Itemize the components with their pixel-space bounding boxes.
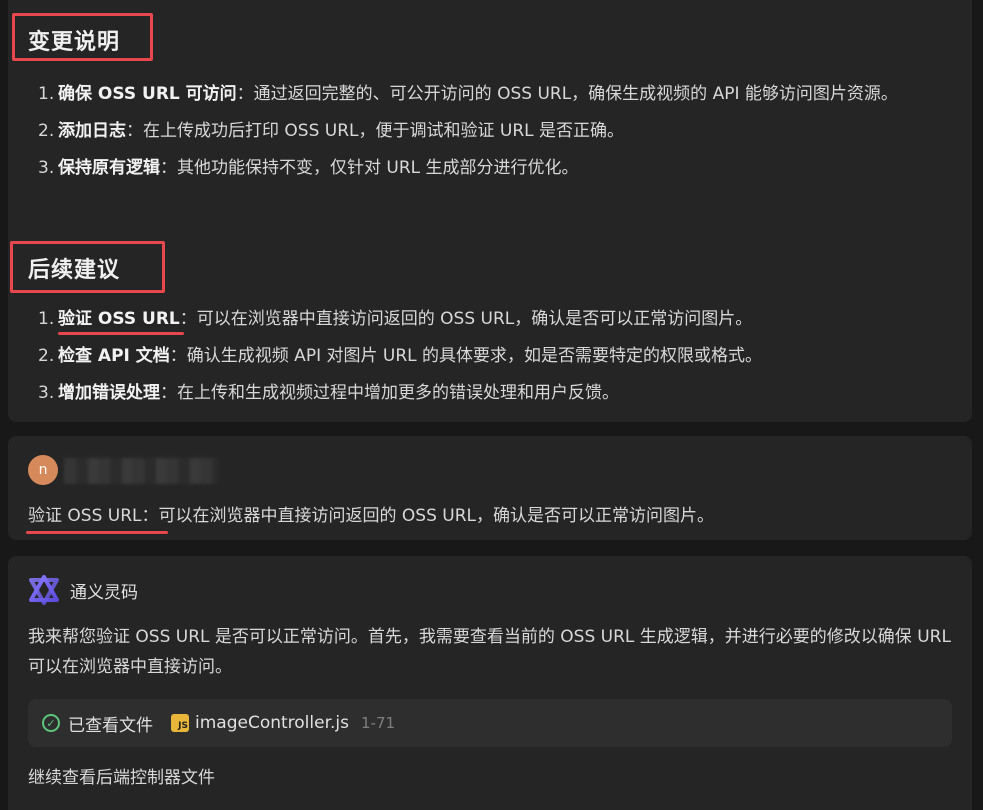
followup-text: 继续查看后端控制器文件 (28, 768, 215, 788)
annotation-box-changes (12, 13, 153, 61)
file-status-label: 已查看文件 (68, 715, 153, 736)
list-item: 1. 验证 OSS URL：可以在浏览器中直接访问返回的 OSS URL，确认是否… (38, 309, 753, 329)
list-item: 1. 确保 OSS URL 可访问：通过返回完整的、可公开访问的 OSS URL，… (38, 84, 898, 104)
assistant-message-card: 变更说明 1. 确保 OSS URL 可访问：通过返回完整的、可公开访问的 OSS… (8, 0, 972, 422)
changes-list: 1. 确保 OSS URL 可访问：通过返回完整的、可公开访问的 OSS URL，… (38, 81, 963, 192)
list-item: 3. 增加错误处理：在上传和生成视频过程中增加更多的错误处理和用户反馈。 (38, 383, 619, 403)
assistant-name: 通义灵码 (70, 583, 138, 603)
user-message-text: 验证 OSS URL：可以在浏览器中直接访问返回的 OSS URL，确认是否可以… (28, 506, 714, 526)
assistant-reply-text: 我来帮您验证 OSS URL 是否可以正常访问。首先，我需要查看当前的 OSS … (28, 627, 951, 677)
annotation-box-suggestions (10, 241, 165, 293)
list-item: 2. 添加日志：在上传成功后打印 OSS URL，便于调试和验证 URL 是否正确… (38, 121, 625, 141)
line-range: 1-71 (361, 714, 396, 732)
suggestions-list: 1. 验证 OSS URL：可以在浏览器中直接访问返回的 OSS URL，确认是否… (38, 306, 963, 417)
redacted-username (64, 458, 218, 484)
check-icon: ✓ (42, 714, 60, 732)
avatar: n (28, 455, 58, 485)
tongyi-lingma-logo-icon (29, 575, 59, 605)
viewed-file-chip[interactable]: ✓ 已查看文件 JS imageController.js 1-71 (28, 699, 952, 747)
annotation-underline (26, 531, 168, 534)
annotation-underline (58, 332, 184, 335)
list-item: 3. 保持原有逻辑：其他功能保持不变，仅针对 URL 生成部分进行优化。 (38, 158, 579, 178)
user-message-card: n 验证 OSS URL：可以在浏览器中直接访问返回的 OSS URL，确认是否… (8, 436, 972, 540)
js-file-icon: JS (171, 714, 189, 732)
assistant-reply-card: 通义灵码 我来帮您验证 OSS URL 是否可以正常访问。首先，我需要查看当前的… (8, 556, 972, 810)
file-name-link[interactable]: imageController.js (195, 713, 349, 733)
list-item: 2. 检查 API 文档：确认生成视频 API 对图片 URL 的具体要求，如是否… (38, 346, 763, 366)
